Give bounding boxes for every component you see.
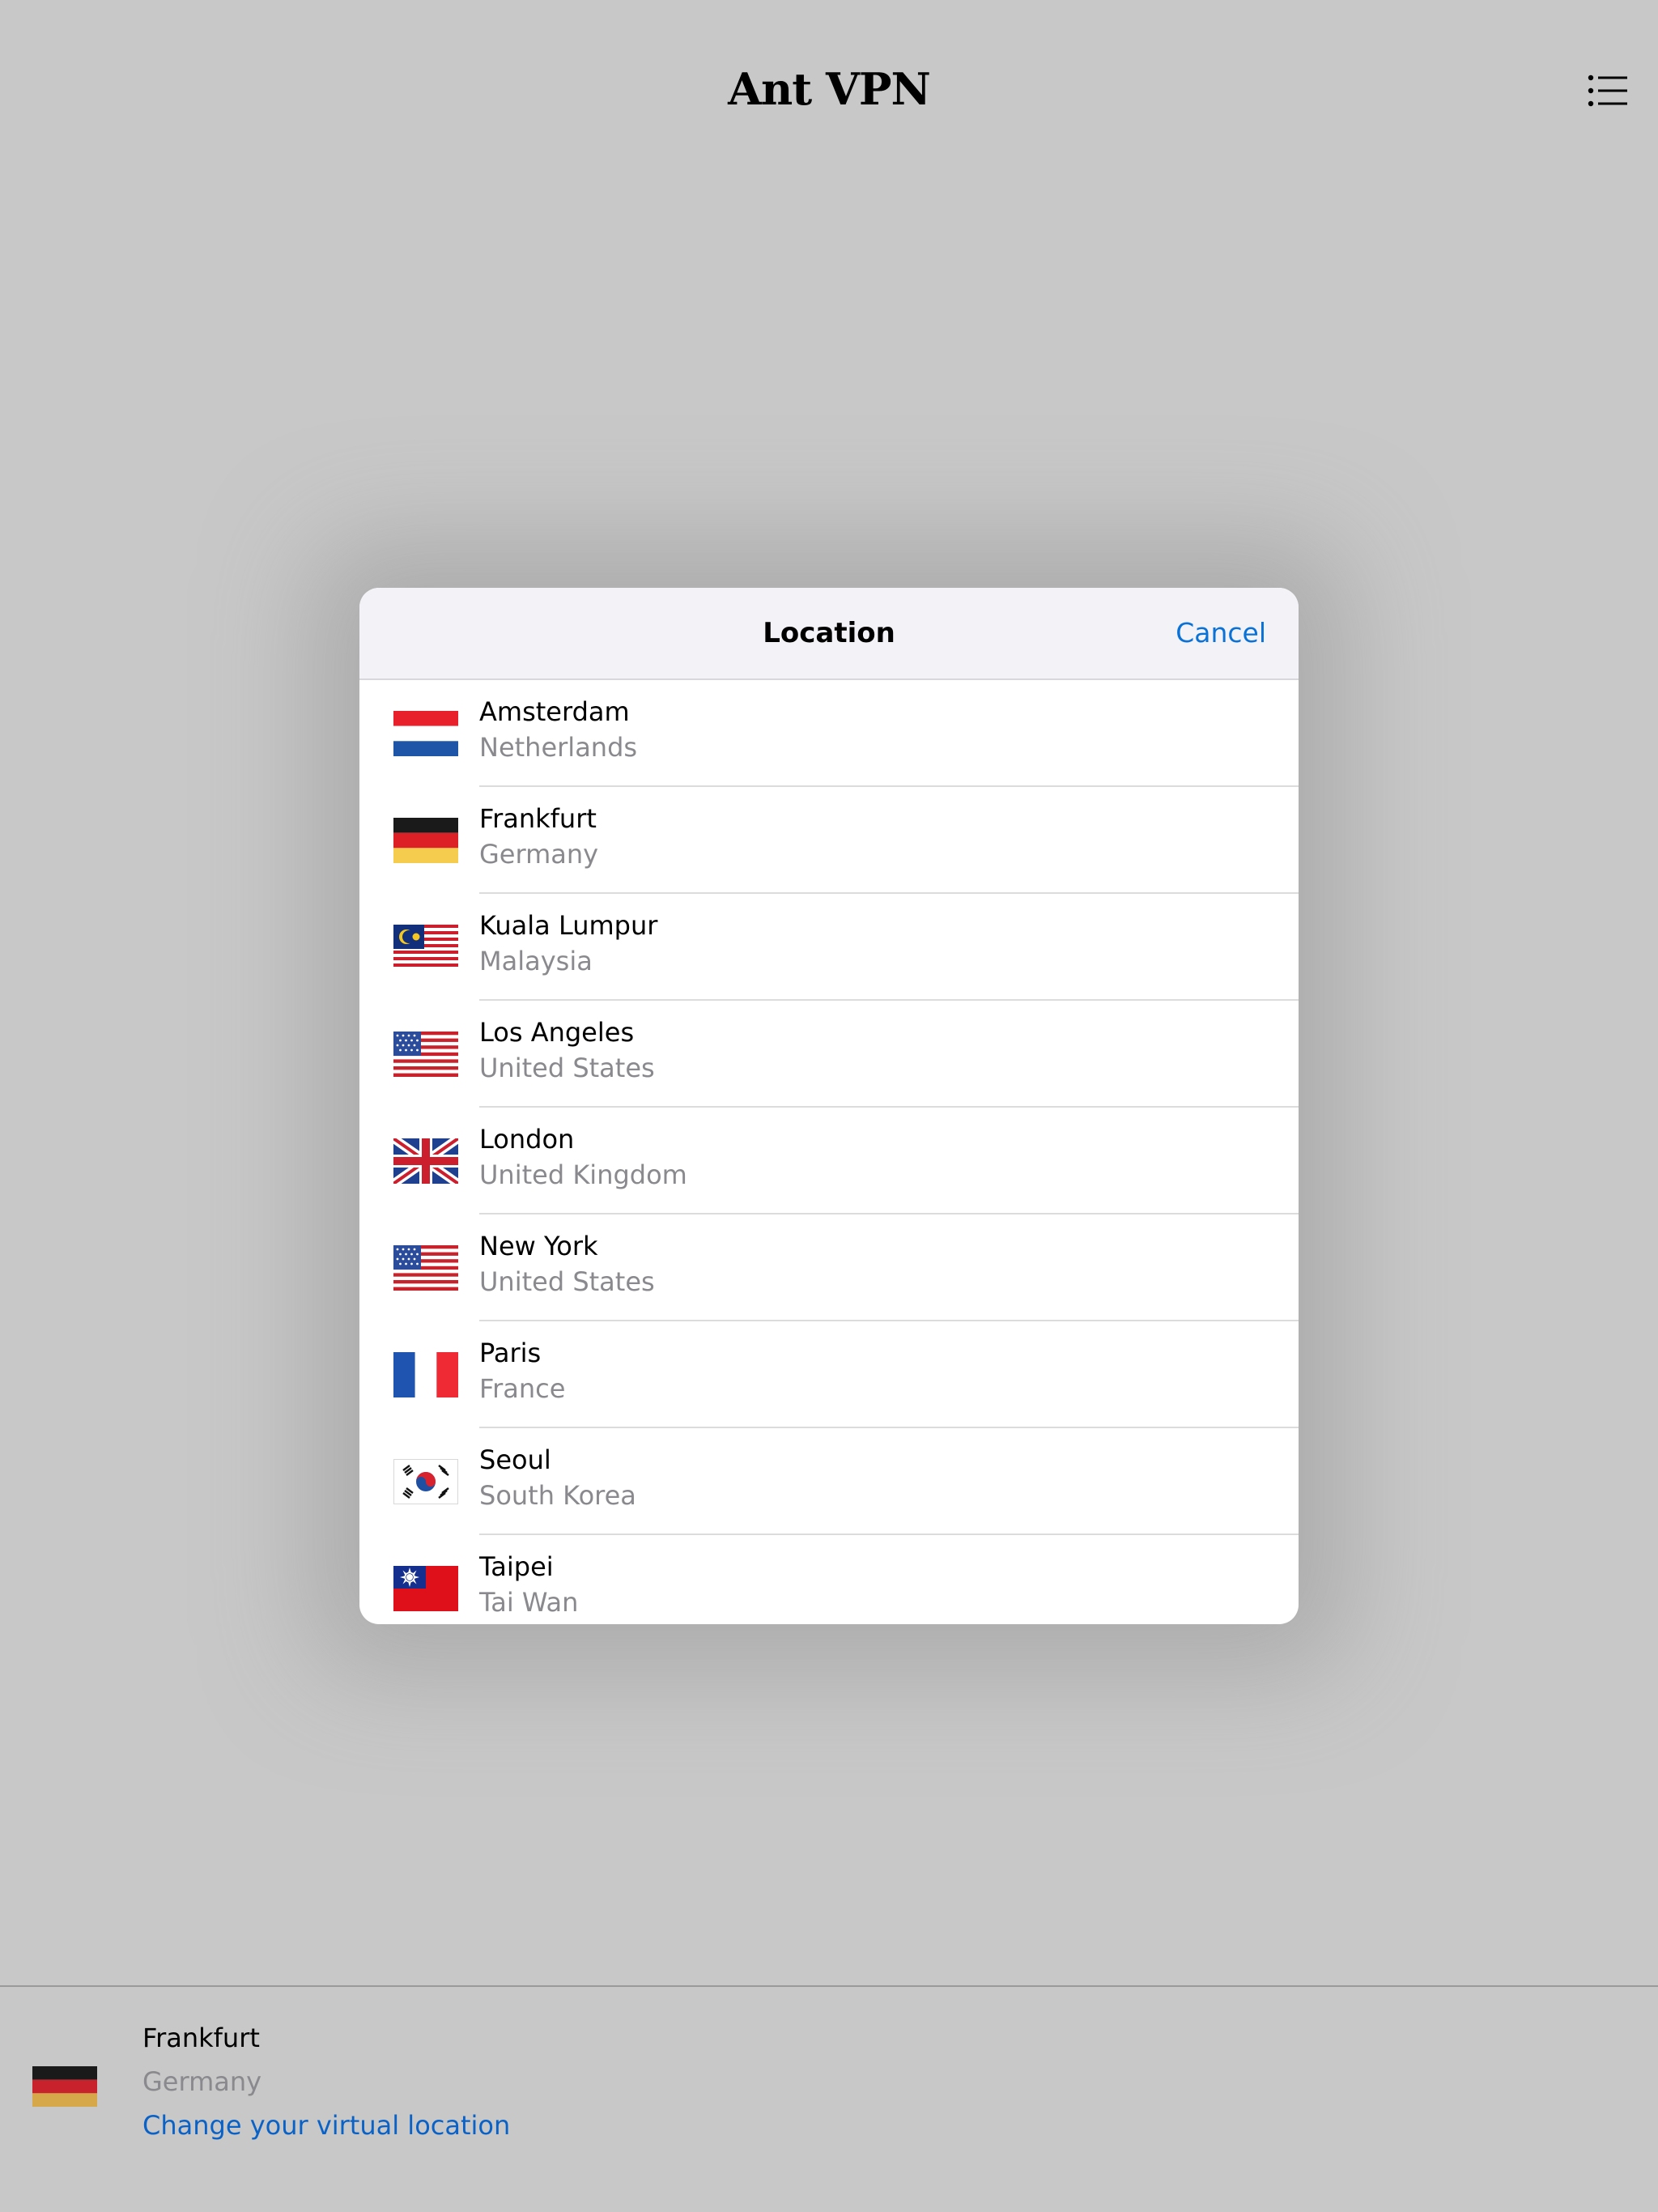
location-country: Malaysia xyxy=(479,946,593,976)
location-list: Amsterdam Netherlands Frankfurt Germany xyxy=(359,680,1299,1624)
location-item-new-york[interactable]: New York United States xyxy=(359,1214,1299,1321)
germany-flag-icon xyxy=(32,2066,97,2107)
current-city: Frankfurt xyxy=(142,2023,260,2053)
current-location-bar: Frankfurt Germany Change your virtual lo… xyxy=(0,1985,1658,2212)
uk-flag-icon xyxy=(393,1138,458,1184)
change-location-link[interactable]: Change your virtual location xyxy=(142,2110,510,2141)
location-city: New York xyxy=(479,1231,598,1261)
south-korea-flag-icon xyxy=(393,1459,458,1504)
location-city: Frankfurt xyxy=(479,803,597,834)
location-item-amsterdam[interactable]: Amsterdam Netherlands xyxy=(359,680,1299,787)
location-item-paris[interactable]: Paris France xyxy=(359,1321,1299,1428)
modal-title: Location xyxy=(763,617,895,649)
location-country: France xyxy=(479,1373,566,1404)
location-country: Germany xyxy=(479,839,599,870)
location-country: United Kingdom xyxy=(479,1159,687,1190)
location-item-london[interactable]: London United Kingdom xyxy=(359,1108,1299,1214)
app-title: Ant VPN xyxy=(728,63,931,115)
menu-button[interactable] xyxy=(1587,71,1629,110)
list-menu-icon xyxy=(1588,74,1627,107)
location-city: Taipei xyxy=(479,1551,554,1582)
usa-flag-icon xyxy=(393,1032,458,1077)
germany-flag-icon xyxy=(393,818,458,863)
location-country: South Korea xyxy=(479,1480,636,1511)
france-flag-icon xyxy=(393,1352,458,1397)
location-item-frankfurt[interactable]: Frankfurt Germany xyxy=(359,787,1299,894)
location-city: Seoul xyxy=(479,1444,551,1475)
location-modal: Location Cancel Amsterdam Netherlands Fr… xyxy=(359,588,1299,1624)
location-city: Kuala Lumpur xyxy=(479,910,658,941)
location-country: United States xyxy=(479,1053,655,1083)
cancel-button[interactable]: Cancel xyxy=(1175,617,1266,649)
location-city: Paris xyxy=(479,1338,542,1368)
usa-flag-icon xyxy=(393,1245,458,1291)
location-city: London xyxy=(479,1124,575,1155)
location-city: Amsterdam xyxy=(479,696,630,727)
current-country: Germany xyxy=(142,2066,262,2097)
location-country: United States xyxy=(479,1266,655,1297)
netherlands-flag-icon xyxy=(393,711,458,756)
modal-header: Location Cancel xyxy=(359,588,1299,680)
malaysia-flag-icon xyxy=(393,925,458,970)
location-item-los-angeles[interactable]: Los Angeles United States xyxy=(359,1001,1299,1108)
taiwan-flag-icon xyxy=(393,1566,458,1611)
location-item-seoul[interactable]: Seoul South Korea xyxy=(359,1428,1299,1535)
location-country: Tai Wan xyxy=(479,1587,579,1618)
location-country: Netherlands xyxy=(479,732,638,763)
location-city: Los Angeles xyxy=(479,1017,635,1048)
location-item-taipei[interactable]: Taipei Tai Wan xyxy=(359,1535,1299,1624)
location-item-kuala-lumpur[interactable]: Kuala Lumpur Malaysia xyxy=(359,894,1299,1001)
